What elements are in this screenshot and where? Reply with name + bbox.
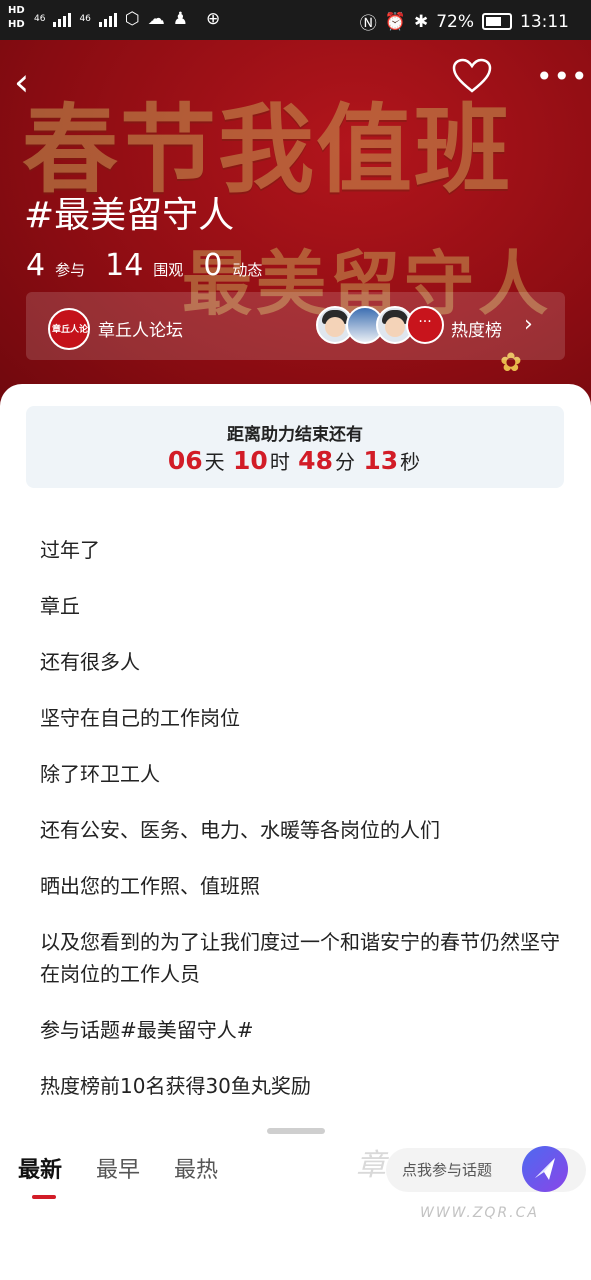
drag-handle[interactable] — [267, 1128, 325, 1134]
participants-count: 4 — [26, 248, 46, 283]
description-line: 参与话题#最美留守人# — [40, 1018, 254, 1042]
countdown-panel: 距离助力结束还有 06 天 10 时 48 分 13 秒 — [26, 406, 564, 488]
network-type-2: 46 — [79, 14, 91, 24]
signal-icon — [98, 11, 117, 27]
network-type-1: 46 — [34, 14, 46, 24]
paper-plane-icon — [535, 1158, 555, 1180]
tab-earliest[interactable]: 最早 — [96, 1152, 140, 1184]
countdown-seconds: 13 — [363, 446, 399, 475]
description-line: 还有很多人 — [40, 650, 140, 674]
description-line: 除了环卫工人 — [40, 762, 160, 786]
countdown-days: 06 — [167, 446, 203, 475]
clock-time: 13:11 — [520, 11, 569, 32]
alarm-icon: ⏰ — [384, 11, 406, 32]
forum-info-bar[interactable]: 章丘人论坛 章丘人论坛 ··· 热度榜 › — [26, 292, 565, 360]
more-participants-icon[interactable]: ··· — [406, 306, 444, 344]
bluetooth-icon: ✱ — [413, 11, 429, 32]
participant-avatars[interactable]: ··· — [316, 306, 444, 344]
back-arrow-icon[interactable]: ‹ — [14, 60, 29, 104]
heart-icon[interactable] — [452, 58, 492, 98]
more-options-icon[interactable]: ••• — [536, 60, 589, 93]
topic-title: #最美留守人 — [24, 195, 235, 236]
post-button[interactable] — [522, 1146, 568, 1192]
description-line: 晒出您的工作照、值班照 — [40, 874, 260, 898]
tab-hottest[interactable]: 最热 — [174, 1152, 218, 1184]
description-line: 过年了 — [40, 538, 100, 562]
cloud-icon: ☁ — [147, 9, 165, 29]
viewers-count: 14 — [105, 248, 144, 283]
app-notification-icon: ⬡ — [124, 9, 140, 29]
sort-tabs: 最新 最早 最热 — [18, 1152, 218, 1184]
posts-count: 0 — [203, 248, 223, 283]
countdown-hours: 10 — [233, 446, 268, 475]
topic-description: 过年了 章丘 还有很多人 坚守在自己的工作岗位 除了环卫工人 还有公安、医务、电… — [40, 534, 560, 1126]
status-bar: HD HD 46 46 ⬡ ☁ ♟ ⊕ Ⓝ ⏰ ✱ 72% 13:11 — [0, 0, 591, 40]
signal-icon — [53, 11, 72, 27]
watermark-url: WWW.ZQR.CA — [420, 1205, 539, 1221]
tab-latest[interactable]: 最新 — [18, 1152, 62, 1184]
description-line: 还有公安、医务、电力、水暖等各岗位的人们 — [40, 818, 440, 842]
countdown-minutes: 48 — [298, 446, 333, 475]
description-line: 章丘 — [40, 594, 80, 618]
vpn-icon: ⊕ — [206, 9, 221, 29]
battery-icon — [482, 13, 512, 30]
topic-hero: 春节我值班 最美留守人 ✿ HD HD 46 46 ⬡ ☁ ♟ ⊕ Ⓝ ⏰ ✱ 7… — [0, 0, 591, 420]
topic-stats: 4 参与 14 围观 0 动态 — [26, 248, 282, 283]
hd-indicator: HD HD — [8, 5, 25, 30]
countdown-timer: 06 天 10 时 48 分 13 秒 — [167, 446, 421, 475]
posts-label: 动态 — [232, 261, 263, 279]
qq-icon: ♟ — [172, 9, 188, 29]
participants-label: 参与 — [55, 261, 86, 279]
description-line: 坚守在自己的工作岗位 — [40, 706, 240, 730]
heat-ranking-link[interactable]: 热度榜 — [451, 316, 502, 341]
battery-percent: 72% — [436, 11, 474, 32]
chevron-right-icon[interactable]: › — [524, 312, 533, 337]
nfc-icon: Ⓝ — [359, 14, 377, 34]
viewers-label: 围观 — [153, 261, 184, 279]
countdown-title: 距离助力结束还有 — [227, 425, 363, 445]
forum-logo[interactable]: 章丘人论坛 — [48, 308, 90, 350]
active-tab-indicator — [32, 1195, 56, 1199]
description-line: 热度榜前10名获得30鱼丸奖励 — [40, 1074, 311, 1098]
description-line: 以及您看到的为了让我们度过一个和谐安宁的春节仍然坚守在岗位的工作人员 — [40, 930, 560, 986]
forum-name[interactable]: 章丘人论坛 — [98, 316, 183, 341]
join-topic-label[interactable]: 点我参与话题 — [402, 1159, 492, 1180]
